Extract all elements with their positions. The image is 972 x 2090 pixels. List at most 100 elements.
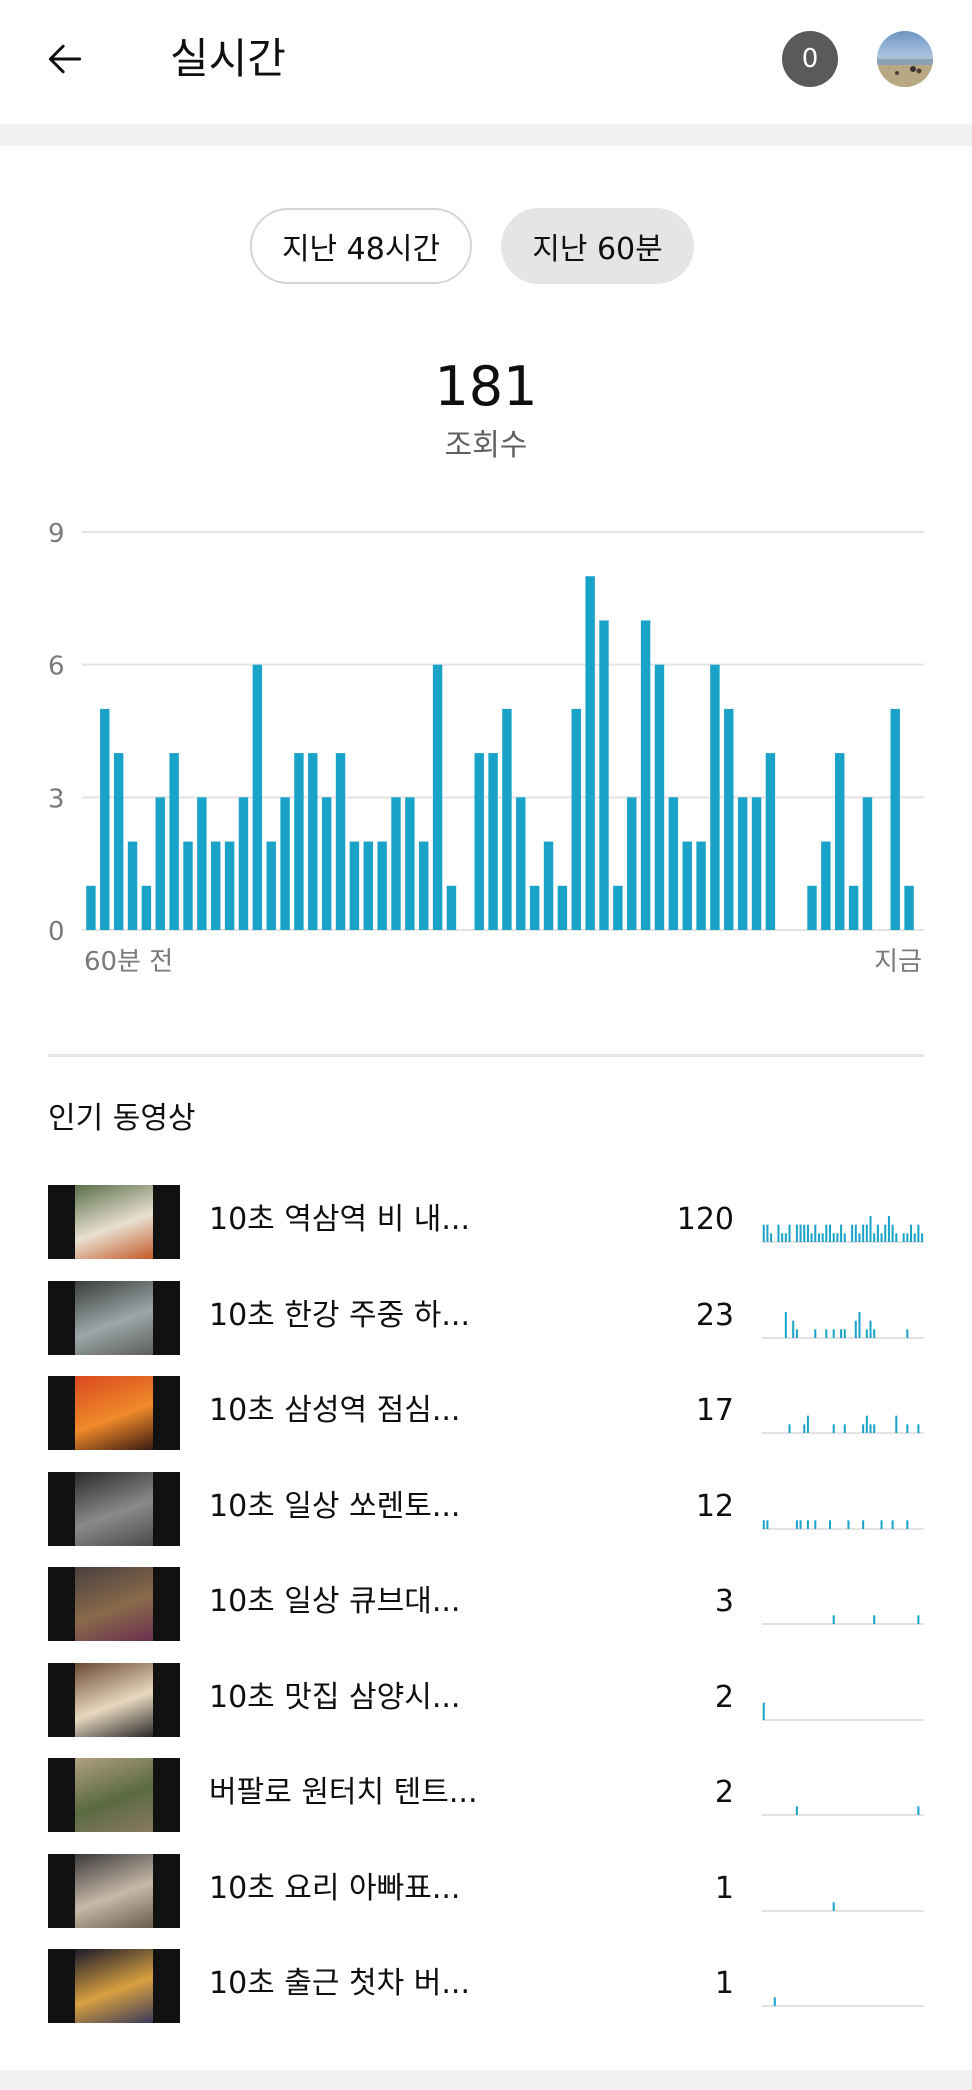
video-thumbnail[interactable] bbox=[48, 1471, 180, 1546]
chart-bar[interactable] bbox=[141, 885, 152, 930]
video-thumbnail[interactable] bbox=[48, 1662, 180, 1737]
filter-last-48-hours[interactable]: 지난 48시간 bbox=[250, 208, 472, 284]
sparkline-bar bbox=[788, 1224, 791, 1242]
chart-bar[interactable] bbox=[904, 885, 914, 930]
chart-bar[interactable] bbox=[266, 841, 276, 930]
sparkline-bar bbox=[858, 1311, 861, 1338]
video-view-count: 3 bbox=[714, 1584, 734, 1619]
chart-bar[interactable] bbox=[654, 664, 665, 930]
filter-last-60-minutes[interactable]: 지난 60분 bbox=[501, 208, 694, 284]
chart-bar[interactable] bbox=[377, 841, 387, 930]
sparkline-bar bbox=[825, 1224, 828, 1242]
sparkline-bar bbox=[865, 1415, 868, 1433]
chart-bar[interactable] bbox=[640, 620, 651, 930]
chart-bar[interactable] bbox=[890, 708, 900, 930]
chart-bar[interactable] bbox=[848, 885, 859, 930]
chart-bar[interactable] bbox=[197, 797, 207, 930]
sparkline-bar bbox=[773, 1997, 776, 2006]
chart-bar[interactable] bbox=[391, 797, 401, 930]
chart-bar[interactable] bbox=[363, 841, 373, 930]
chart-bar[interactable] bbox=[294, 753, 304, 930]
sparkline-bar bbox=[803, 1424, 806, 1433]
back-button[interactable] bbox=[36, 30, 94, 88]
chart-bar[interactable] bbox=[710, 664, 720, 930]
chart-bar[interactable] bbox=[335, 753, 346, 930]
chart-bar[interactable] bbox=[613, 885, 623, 930]
chart-bar[interactable] bbox=[585, 576, 595, 930]
chart-bar[interactable] bbox=[516, 797, 526, 930]
chart-bar[interactable] bbox=[211, 841, 221, 930]
chart-bar[interactable] bbox=[682, 841, 692, 930]
chart-bar[interactable] bbox=[543, 841, 554, 930]
chart-bar[interactable] bbox=[571, 708, 581, 930]
sparkline-bar bbox=[921, 1233, 924, 1242]
avatar[interactable] bbox=[877, 31, 933, 87]
chart-bar[interactable] bbox=[862, 797, 873, 930]
video-row[interactable]: 10초 한강 주중 하... 23 bbox=[0, 1277, 972, 1357]
sparkline-bar bbox=[917, 1424, 920, 1433]
chart-bar[interactable] bbox=[308, 753, 318, 930]
chart-bar[interactable] bbox=[807, 885, 817, 930]
video-row[interactable]: 버팔로 원터치 텐트... 2 bbox=[0, 1754, 972, 1834]
video-row[interactable]: 10초 삼성역 점심... 17 bbox=[0, 1372, 972, 1452]
sparkline-bar bbox=[792, 1320, 795, 1338]
chart-bar[interactable] bbox=[432, 664, 443, 930]
notification-count-badge[interactable]: 0 bbox=[782, 31, 838, 87]
chart-bar[interactable] bbox=[155, 797, 165, 930]
sparkline-bar bbox=[832, 1424, 835, 1433]
chart-bar[interactable] bbox=[86, 885, 96, 930]
chart-bar[interactable] bbox=[557, 885, 568, 930]
chart-bar[interactable] bbox=[835, 753, 845, 930]
chart-bar[interactable] bbox=[502, 708, 512, 930]
video-thumbnail[interactable] bbox=[48, 1280, 180, 1355]
sparkline-bar bbox=[895, 1233, 898, 1242]
chart-bar[interactable] bbox=[224, 841, 235, 930]
sparkline-bar bbox=[862, 1224, 865, 1242]
chart-bar[interactable] bbox=[113, 753, 124, 930]
sparkline-bar bbox=[843, 1233, 846, 1242]
thumbnail-image bbox=[75, 1471, 153, 1546]
chart-bar[interactable] bbox=[127, 841, 138, 930]
chart-bar[interactable] bbox=[751, 797, 762, 930]
sparkline-bar bbox=[854, 1224, 857, 1242]
video-thumbnail[interactable] bbox=[48, 1853, 180, 1928]
chart-bar[interactable] bbox=[599, 620, 609, 930]
chart-bar[interactable] bbox=[349, 841, 360, 930]
video-thumbnail[interactable] bbox=[48, 1949, 180, 2023]
chart-bar[interactable] bbox=[724, 708, 734, 930]
chart-bar[interactable] bbox=[446, 885, 457, 930]
video-thumbnail[interactable] bbox=[48, 1376, 180, 1450]
chart-bar[interactable] bbox=[321, 797, 332, 930]
video-row[interactable]: 10초 요리 아빠표... 1 bbox=[0, 1850, 972, 1930]
chart-bar[interactable] bbox=[238, 797, 249, 930]
chart-bar[interactable] bbox=[668, 797, 679, 930]
thumbnail-image bbox=[75, 1567, 153, 1641]
chart-bar[interactable] bbox=[488, 753, 498, 930]
chart-bar[interactable] bbox=[169, 753, 179, 930]
chart-bar[interactable] bbox=[100, 708, 110, 930]
video-thumbnail[interactable] bbox=[48, 1567, 180, 1641]
chart-bar[interactable] bbox=[627, 797, 637, 930]
sparkline-bar bbox=[851, 1224, 854, 1242]
video-thumbnail[interactable] bbox=[48, 1185, 180, 1259]
chart-bar[interactable] bbox=[183, 841, 193, 930]
chart-bar[interactable] bbox=[405, 797, 415, 930]
chart-bar[interactable] bbox=[765, 753, 776, 930]
video-row[interactable]: 10초 맛집 삼양시... 2 bbox=[0, 1659, 972, 1739]
video-row[interactable]: 10초 일상 큐브대... 3 bbox=[0, 1563, 972, 1643]
video-thumbnail[interactable] bbox=[48, 1758, 180, 1832]
chart-bar[interactable] bbox=[474, 753, 484, 930]
chart-bar[interactable] bbox=[419, 841, 429, 930]
chart-bar[interactable] bbox=[529, 885, 540, 930]
chart-bar[interactable] bbox=[737, 797, 748, 930]
video-row[interactable]: 10초 역삼역 비 내... 120 bbox=[0, 1181, 972, 1261]
sparkline-bar bbox=[891, 1224, 894, 1242]
sparkline-bar bbox=[865, 1328, 868, 1338]
sparkline-bar bbox=[829, 1224, 832, 1242]
chart-bar[interactable] bbox=[821, 841, 831, 930]
video-row[interactable]: 10초 출근 첫차 버... 1 bbox=[0, 1945, 972, 2025]
chart-bar[interactable] bbox=[252, 664, 263, 930]
chart-bar[interactable] bbox=[280, 797, 290, 930]
chart-bar[interactable] bbox=[696, 841, 706, 930]
video-row[interactable]: 10초 일상 쏘렌토... 12 bbox=[0, 1468, 972, 1548]
